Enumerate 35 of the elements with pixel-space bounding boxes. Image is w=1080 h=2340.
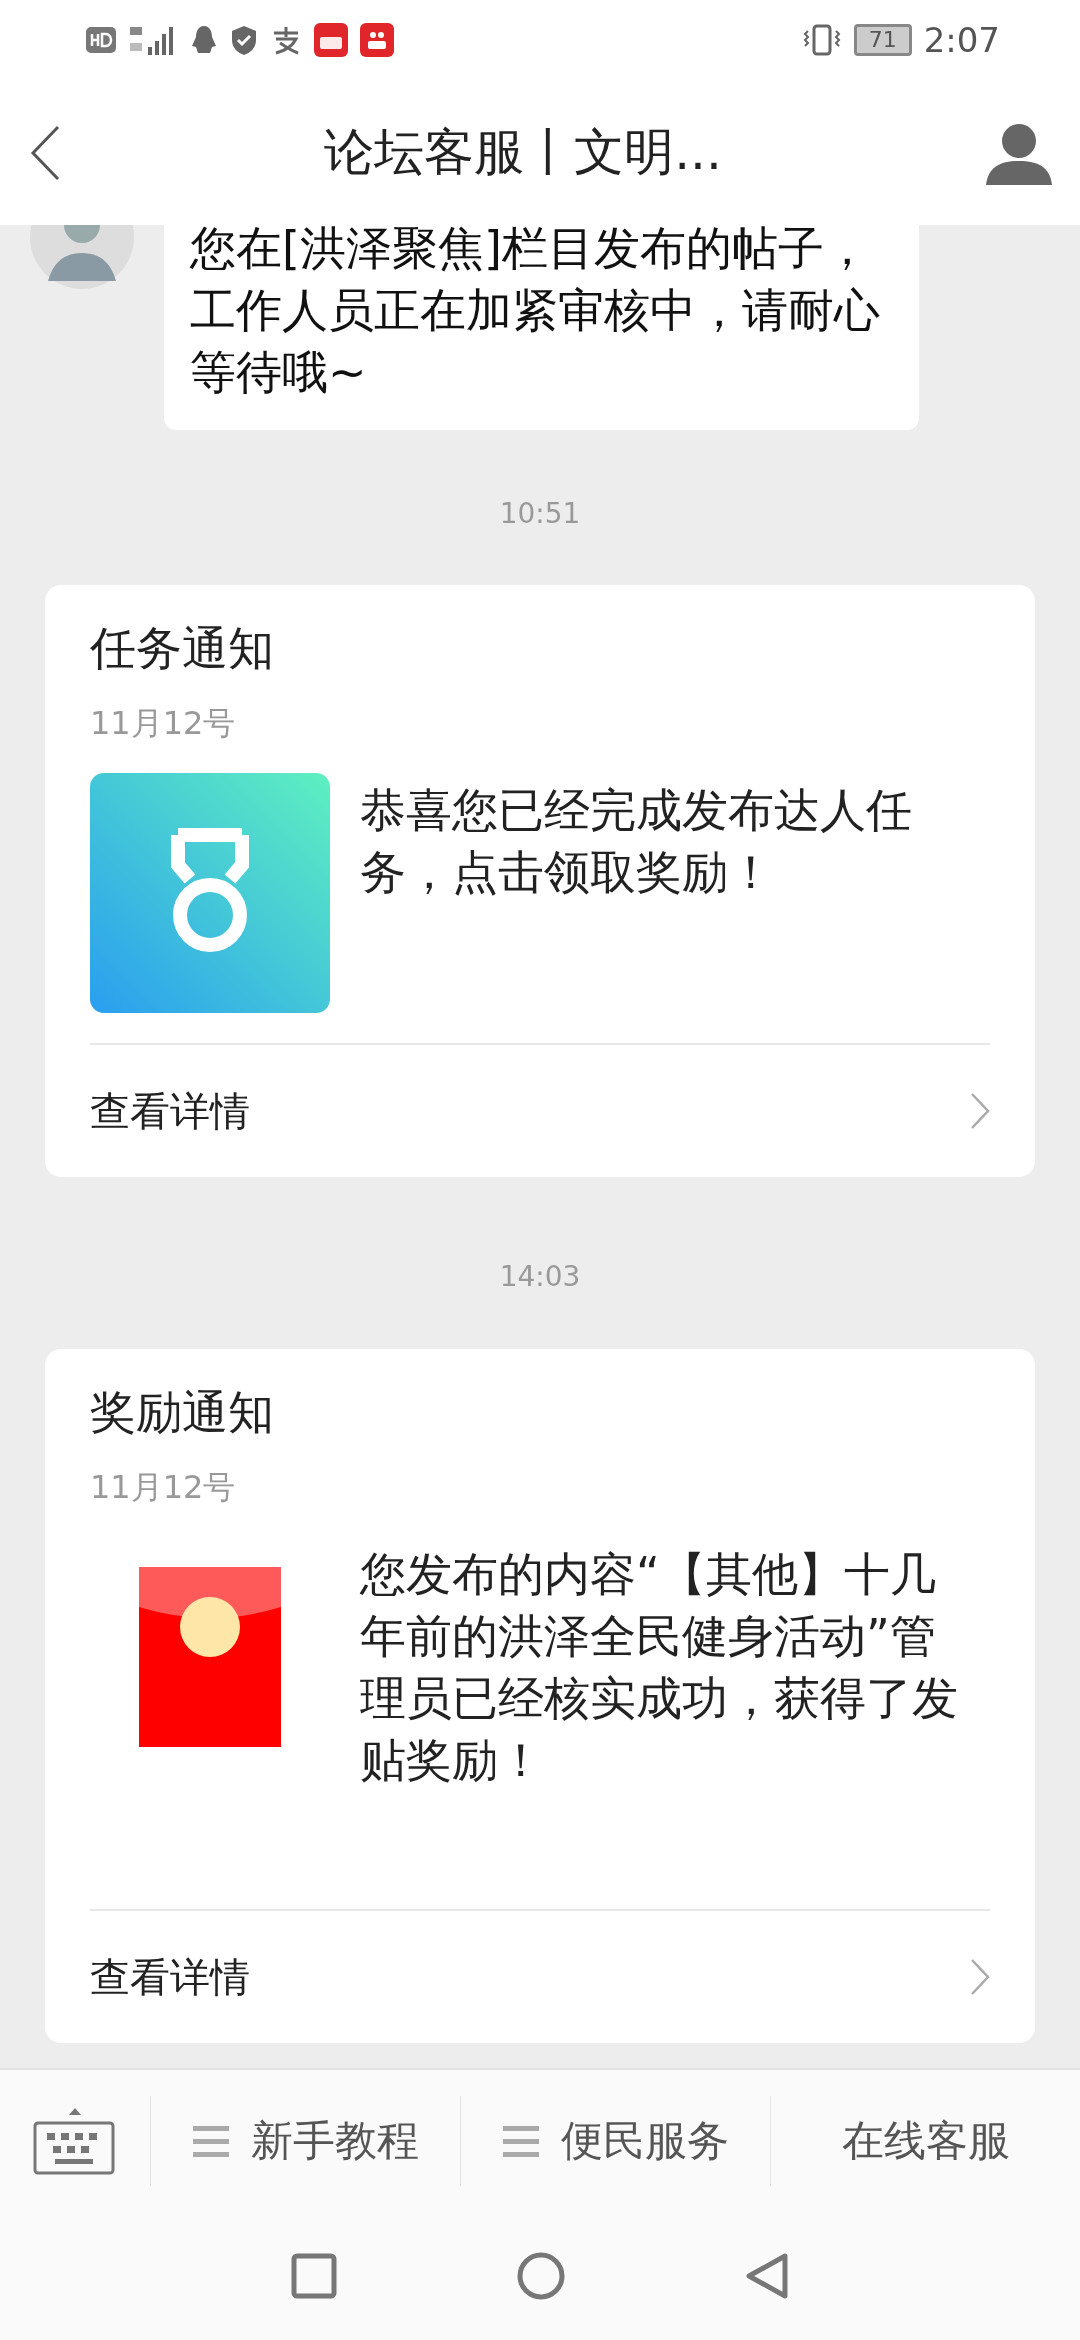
- view-details-link[interactable]: 查看详情: [90, 1083, 250, 1139]
- card-date: 11月12号: [90, 703, 237, 743]
- chat-title: 论坛客服丨文明...: [324, 122, 722, 183]
- recent-apps-icon[interactable]: [291, 2253, 337, 2299]
- notification-text: 恭喜您已经完成发布达人任务，点击领取奖励！: [360, 782, 913, 901]
- vibrate-icon: [801, 23, 842, 57]
- notification-text: 您发布的内容“【其他】十几年前的洪泽全民健身活动”管理员已经核实成功，获得了发贴奖励！: [360, 1546, 959, 1789]
- message-bubble: 您在[洪泽聚焦]栏目发布的帖子，工作人员正在加紧审核中，请耐心等待哦~: [164, 225, 919, 430]
- menu-icon: [192, 2124, 229, 2158]
- back-icon[interactable]: [30, 124, 60, 181]
- card-title: 奖励通知: [90, 1387, 275, 1437]
- shopping-app-icon: [314, 23, 348, 57]
- back-icon[interactable]: [745, 2252, 789, 2300]
- hd-icon: [86, 27, 116, 53]
- clock: 2:07: [923, 20, 1000, 60]
- penguin-icon: [190, 24, 218, 56]
- timestamp: 14:03: [498, 1259, 582, 1295]
- menu-tab[interactable]: 在线客服: [841, 2113, 1010, 2169]
- home-icon[interactable]: [517, 2252, 565, 2300]
- view-details-link[interactable]: 查看详情: [90, 1949, 250, 2005]
- shopping-app-icon: [360, 23, 394, 57]
- menu-tab[interactable]: 便民服务: [502, 2113, 729, 2169]
- chevron-right-icon[interactable]: [970, 1092, 990, 1130]
- battery-level: 71: [853, 24, 912, 56]
- shield-icon: [230, 24, 258, 56]
- notification-card[interactable]: 奖励通知 11月12号 您发布的内容“【其他】十几年前的洪泽全民健身活动”管理员已经核实成功，获得了发贴奖励！ 查看详情: [45, 1349, 1035, 2043]
- menu-tab[interactable]: 新手教程: [192, 2113, 419, 2169]
- timestamp: 10:51: [498, 496, 582, 532]
- notification-card[interactable]: 任务通知 11月12号 恭喜您已经完成发布达人任务，点击领取奖励！ 查看详情: [45, 585, 1035, 1177]
- menu-icon: [502, 2124, 539, 2158]
- card-title: 任务通知: [90, 623, 275, 673]
- medal-icon: [90, 773, 330, 1013]
- gift-envelope-icon: [139, 1567, 281, 1747]
- card-date: 11月12号: [90, 1467, 237, 1507]
- chevron-right-icon[interactable]: [970, 1958, 990, 1996]
